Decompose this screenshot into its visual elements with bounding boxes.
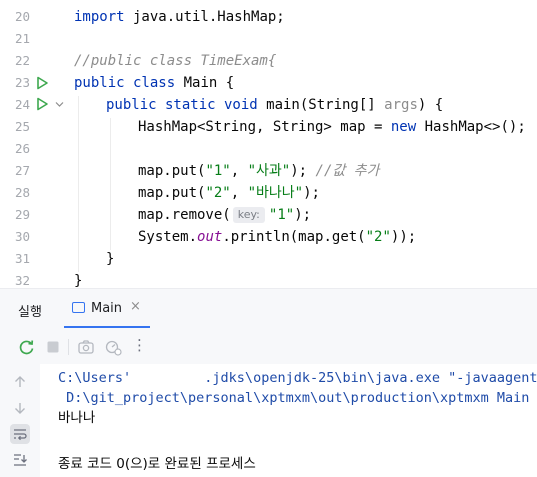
string-literal: "1" bbox=[205, 163, 231, 179]
code-editor[interactable]: 20 21 22 23 24 25 26 27 28 29 30 31 32 import java.u… bbox=[0, 0, 537, 288]
code-text: } bbox=[106, 251, 115, 267]
code-text: , bbox=[230, 185, 248, 201]
line-number: 29 bbox=[14, 207, 30, 222]
string-literal: "사과" bbox=[247, 163, 291, 179]
console-command-line: D:\git_project\personal\xptmxm\out\produ… bbox=[58, 390, 530, 406]
code-line-30[interactable]: System.out.println(map.get("2")); bbox=[138, 226, 416, 248]
line-number: 24 bbox=[14, 97, 30, 112]
keyword: import bbox=[74, 9, 125, 25]
down-arrow-icon[interactable] bbox=[10, 398, 30, 418]
code-text: )); bbox=[390, 229, 417, 245]
soft-wrap-icon[interactable] bbox=[10, 424, 30, 444]
console-output-line: 바나나 bbox=[58, 410, 96, 426]
string-literal: "1" bbox=[268, 207, 295, 223]
screenshot-icon[interactable] bbox=[77, 338, 95, 356]
string-literal: "바나나" bbox=[247, 185, 304, 201]
code-line-28[interactable]: map.put("2", "바나나"); bbox=[138, 182, 320, 204]
keyword: public class bbox=[74, 75, 176, 91]
fold-chevron-icon[interactable] bbox=[55, 100, 64, 109]
code-line-31[interactable]: } bbox=[106, 248, 114, 270]
code-line-27[interactable]: map.put("1", "사과"); //값 추가 bbox=[138, 160, 379, 182]
line-number: 22 bbox=[14, 53, 30, 68]
line-number: 30 bbox=[14, 229, 30, 244]
keyword: public static void bbox=[106, 97, 258, 113]
static-field: out bbox=[197, 229, 223, 245]
editor-gutter: 20 21 22 23 24 25 26 27 28 29 30 31 32 bbox=[0, 0, 66, 288]
settings-icon[interactable] bbox=[104, 338, 122, 356]
toolbar-separator bbox=[68, 339, 69, 355]
code-text: , bbox=[230, 163, 248, 179]
line-number: 25 bbox=[14, 119, 30, 134]
line-number: 32 bbox=[14, 273, 30, 288]
run-class-icon[interactable] bbox=[35, 76, 49, 90]
unused-param: args bbox=[384, 97, 418, 113]
up-arrow-icon[interactable] bbox=[10, 372, 30, 392]
code-text: map.put( bbox=[138, 185, 206, 201]
code-text: map.put( bbox=[138, 163, 206, 179]
console-command-line: C:\Users' .jdks\openjdk-25\bin\java.exe … bbox=[58, 370, 537, 386]
string-literal: "2" bbox=[205, 185, 231, 201]
tab-main[interactable]: Main × bbox=[64, 289, 150, 328]
code-text: } bbox=[74, 273, 83, 288]
keyword: new bbox=[390, 119, 417, 135]
code-text: ); bbox=[303, 185, 320, 201]
indent-guide bbox=[110, 118, 111, 250]
line-number: 26 bbox=[14, 141, 30, 156]
console-output[interactable]: C:\Users' .jdks\openjdk-25\bin\java.exe … bbox=[40, 364, 537, 477]
code-line-29[interactable]: map.remove(key: "1"); bbox=[138, 204, 311, 226]
line-number: 28 bbox=[14, 185, 30, 200]
parameter-hint: key: bbox=[232, 207, 265, 223]
code-text: ); bbox=[290, 163, 316, 179]
line-number: 27 bbox=[14, 163, 30, 178]
close-icon[interactable]: × bbox=[130, 299, 141, 314]
console-sidebar bbox=[0, 364, 40, 477]
code-text: java.util.HashMap; bbox=[124, 9, 285, 25]
stop-icon[interactable] bbox=[44, 338, 62, 356]
code-text: Main { bbox=[175, 75, 235, 91]
tab-label: Main bbox=[91, 301, 123, 316]
code-text: map.remove( bbox=[138, 207, 231, 223]
code-line-20[interactable]: import java.util.HashMap; bbox=[74, 6, 285, 28]
line-number: 31 bbox=[14, 251, 30, 266]
code-line-23[interactable]: public class Main { bbox=[74, 72, 234, 94]
code-text: ) { bbox=[417, 97, 444, 113]
line-number: 23 bbox=[14, 75, 30, 90]
console-exit-message: 종료 코드 0(으)로 완료된 프로세스 bbox=[58, 456, 256, 472]
run-toolbar: ⋮ bbox=[0, 328, 537, 364]
run-main-icon[interactable] bbox=[35, 97, 49, 111]
code-text: main(String[] bbox=[257, 97, 385, 113]
code-line-24[interactable]: public static void main(String[] args) { bbox=[106, 94, 443, 116]
string-literal: "2" bbox=[365, 229, 391, 245]
rerun-icon[interactable] bbox=[18, 338, 36, 356]
code-text: HashMap<>(); bbox=[416, 119, 526, 135]
code-line-32[interactable]: } bbox=[74, 270, 82, 288]
run-panel-title: 실행 bbox=[18, 305, 42, 320]
code-text: ); bbox=[294, 207, 312, 223]
code-text: .println(map.get( bbox=[222, 229, 366, 245]
comment: //값 추가 bbox=[315, 163, 380, 179]
code-text: HashMap<String, String> map = bbox=[138, 119, 391, 135]
comment: //public class TimeExam{ bbox=[74, 53, 277, 69]
more-icon[interactable]: ⋮ bbox=[132, 336, 147, 354]
line-number: 21 bbox=[14, 31, 30, 46]
code-line-22[interactable]: //public class TimeExam{ bbox=[74, 50, 276, 72]
indent-guide bbox=[78, 96, 79, 272]
run-config-icon bbox=[72, 302, 85, 313]
code-line-25[interactable]: HashMap<String, String> map = new HashMa… bbox=[138, 116, 526, 138]
scroll-to-end-icon[interactable] bbox=[10, 450, 30, 470]
line-number: 20 bbox=[14, 9, 30, 24]
code-text: System. bbox=[138, 229, 198, 245]
